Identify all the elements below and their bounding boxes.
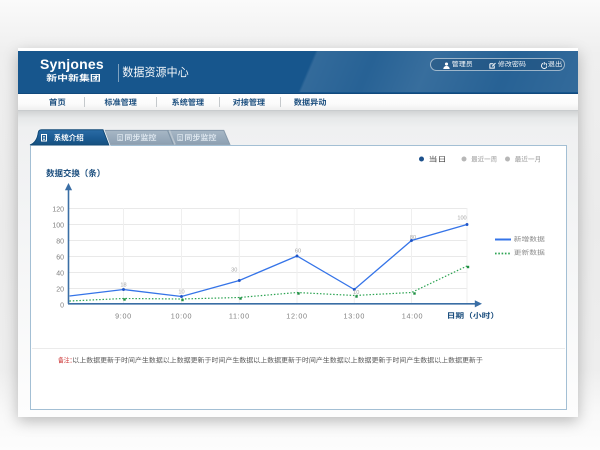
svg-text:11:00: 11:00 [229, 312, 250, 321]
svg-text:10: 10 [178, 290, 184, 296]
svg-text:18: 18 [120, 283, 126, 289]
svg-text:20: 20 [56, 287, 64, 294]
svg-text:60: 60 [56, 255, 64, 262]
svg-text:100: 100 [457, 216, 466, 222]
svg-text:60: 60 [295, 249, 301, 255]
svg-text:9:00: 9:00 [115, 312, 132, 321]
svg-text:40: 40 [56, 271, 64, 278]
svg-text:0: 0 [60, 303, 64, 310]
svg-text:10: 10 [353, 290, 359, 296]
svg-text:120: 120 [52, 207, 64, 214]
svg-text:12:00: 12:00 [286, 312, 308, 321]
svg-text:10:00: 10:00 [171, 312, 193, 321]
svg-text:100: 100 [52, 223, 64, 230]
svg-text:13:00: 13:00 [344, 312, 366, 321]
svg-text:14:00: 14:00 [402, 312, 424, 321]
svg-text:80: 80 [56, 239, 64, 246]
svg-text:80: 80 [410, 235, 416, 241]
svg-text:30: 30 [231, 268, 237, 274]
